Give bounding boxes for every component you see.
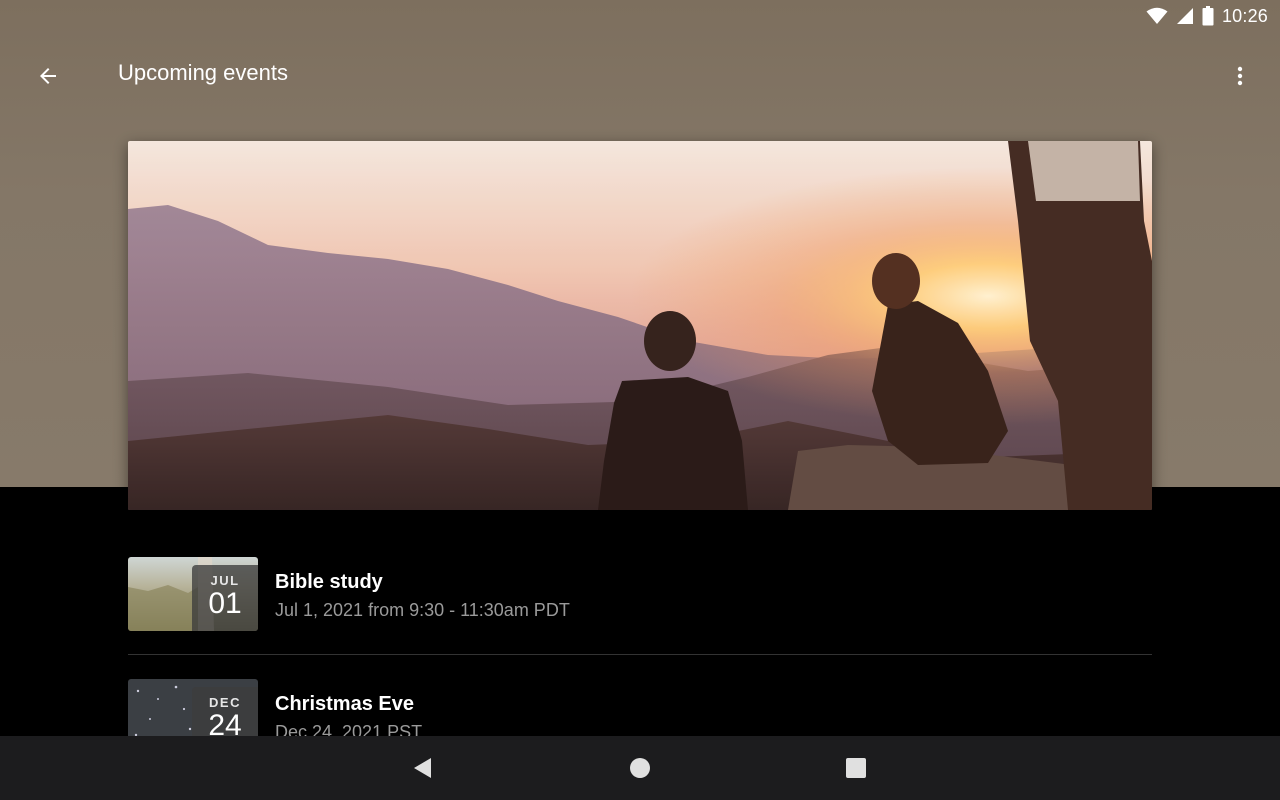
nav-back-button[interactable] [406, 752, 438, 784]
event-time: Jul 1, 2021 from 9:30 - 11:30am PDT [275, 600, 570, 620]
wifi-icon [1146, 7, 1168, 25]
event-title: Christmas Eve [275, 693, 414, 715]
nav-home-button[interactable] [624, 752, 656, 784]
more-vert-icon [1237, 66, 1243, 86]
arrow-back-icon [40, 68, 56, 84]
more-options-button[interactable] [1216, 52, 1264, 100]
hero-image[interactable] [128, 141, 1152, 510]
cellular-signal-icon [1176, 7, 1194, 25]
system-nav-bar [0, 736, 1280, 800]
event-thumbnail: JUL 01 [128, 557, 258, 631]
event-month: JUL [210, 573, 240, 588]
page-title: Upcoming events [118, 60, 288, 85]
event-list: JUL 01 Bible study Jul 1, 2021 from 9:30… [128, 557, 1152, 631]
status-bar: 10:26 [0, 0, 1280, 32]
status-icons: 10:26 [1146, 0, 1268, 32]
nav-recents-button[interactable] [840, 752, 872, 784]
status-time: 10:26 [1221, 5, 1268, 26]
event-title: Bible study [275, 571, 383, 593]
app-bar: Upcoming events [0, 40, 1280, 112]
back-triangle-icon [414, 758, 431, 778]
event-month: DEC [209, 695, 241, 710]
date-badge: JUL 01 [192, 565, 258, 631]
event-day: 01 [208, 587, 242, 620]
home-circle-icon [630, 758, 650, 778]
back-button[interactable] [24, 52, 72, 100]
list-divider [128, 654, 1152, 655]
list-item[interactable]: JUL 01 Bible study Jul 1, 2021 from 9:30… [128, 557, 1152, 631]
battery-icon [1202, 6, 1214, 26]
sunset-mountain-group-photo [128, 141, 1152, 510]
recents-square-icon [846, 758, 866, 778]
screen: 10:26 Upcoming events JUL 01 Bible study… [0, 0, 1280, 800]
